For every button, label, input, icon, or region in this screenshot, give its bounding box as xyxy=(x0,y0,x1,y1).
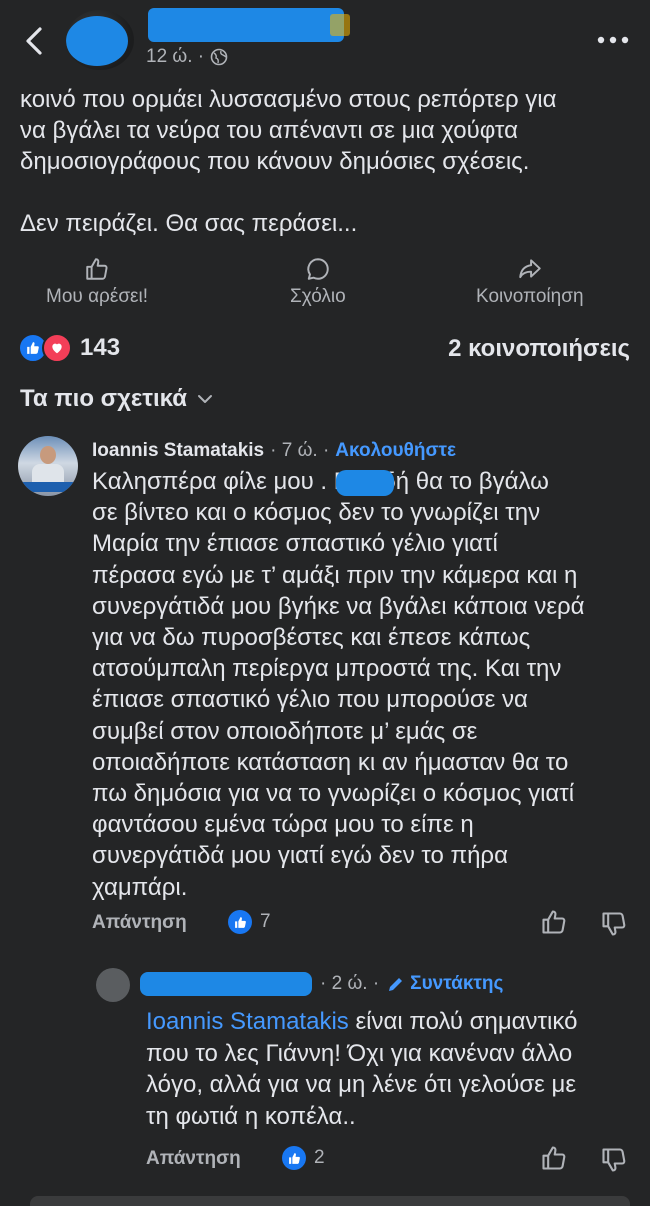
reply-header: · 2 ώ. · Συντάκτης xyxy=(140,972,503,996)
thumbs-up-icon xyxy=(542,1146,566,1170)
thumbs-down-icon xyxy=(602,1148,626,1172)
commenter-avatar[interactable] xyxy=(18,436,78,496)
author-avatar[interactable] xyxy=(66,10,134,70)
like-label: Μου αρέσει! xyxy=(46,286,149,307)
like-badge-icon xyxy=(282,1146,306,1170)
more-button[interactable] xyxy=(596,30,630,50)
commenter-name[interactable]: Ioannis Stamatakis xyxy=(92,440,264,462)
globe-icon xyxy=(210,48,228,66)
reply-likes[interactable]: 2 xyxy=(282,1146,325,1170)
thumbs-down-icon xyxy=(602,912,626,936)
reactions-count: 143 xyxy=(80,334,121,361)
thumbs-up-icon xyxy=(86,258,108,280)
thumbs-up-icon xyxy=(542,910,566,934)
comment-likes[interactable]: 7 xyxy=(228,910,271,934)
shares-count[interactable]: 2 κοινοποιήσεις xyxy=(448,335,630,363)
editor-badge: Συντάκτης xyxy=(387,973,503,995)
post-meta: 12 ώ. · xyxy=(146,46,228,68)
reply-downvote-button[interactable] xyxy=(600,1146,628,1174)
reply-text-rest: που το λες Γιάννη! Όχι για κανέναν άλλο … xyxy=(146,1039,577,1130)
composer-bar[interactable] xyxy=(30,1196,630,1206)
reply-author-redacted[interactable] xyxy=(140,972,312,996)
upvote-button[interactable] xyxy=(540,908,568,936)
love-reaction-icon xyxy=(42,333,72,363)
comment-button[interactable]: Σχόλιο xyxy=(290,256,346,308)
like-button[interactable]: Μου αρέσει! xyxy=(46,256,148,308)
post-time: 12 ώ. · xyxy=(146,46,205,67)
reply-text-first: είναι πολύ σημαντικό xyxy=(348,1008,578,1035)
editor-badge-label: Συντάκτης xyxy=(410,973,504,994)
comment-like-count: 7 xyxy=(260,911,271,932)
pencil-icon xyxy=(389,978,403,991)
chevron-down-icon xyxy=(198,395,213,403)
share-arrow-icon xyxy=(519,259,541,279)
reply-like-count: 2 xyxy=(314,1147,325,1168)
chevron-left-icon xyxy=(26,27,42,55)
comment-label: Σχόλιο xyxy=(290,286,346,307)
reply-time: · 2 ώ. · xyxy=(320,973,380,994)
share-label: Κοινοποίηση xyxy=(476,286,584,307)
more-horizontal-icon xyxy=(597,36,629,44)
sort-label: Τα πιο σχετικά xyxy=(20,385,188,412)
share-button[interactable]: Κοινοποίηση xyxy=(476,256,584,308)
reply-author-avatar[interactable] xyxy=(96,968,130,1002)
comment-time: · 7 ώ. · xyxy=(270,440,330,461)
reactions-summary[interactable]: 143 xyxy=(18,333,120,363)
author-name-redacted[interactable] xyxy=(148,8,350,42)
reply-text: Ioannis Stamatakis είναι πολύ σημαντικό … xyxy=(146,1006,632,1132)
comment-header: Ioannis Stamatakis · 7 ώ. · Ακολουθήστε xyxy=(92,440,456,462)
reply-reply-button[interactable]: Απάντηση xyxy=(146,1148,241,1170)
comment-text: Καλησπέρα φίλε μου . Επειδή θα το βγάλω … xyxy=(92,468,585,901)
comment-bubble-icon xyxy=(307,258,329,280)
mention-link[interactable]: Ioannis Stamatakis xyxy=(146,1008,349,1035)
post-body: κοινό που ορμάει λυσσασμένο στους ρεπόρτ… xyxy=(20,86,557,237)
like-badge-icon xyxy=(228,910,252,934)
reply-button[interactable]: Απάντηση xyxy=(92,912,187,934)
reply-upvote-button[interactable] xyxy=(540,1144,568,1172)
downvote-button[interactable] xyxy=(600,910,628,938)
follow-button[interactable]: Ακολουθήστε xyxy=(335,440,456,462)
redacted-name xyxy=(336,470,394,496)
back-button[interactable] xyxy=(18,24,52,58)
comment-sort-dropdown[interactable]: Τα πιο σχετικά xyxy=(20,385,213,413)
